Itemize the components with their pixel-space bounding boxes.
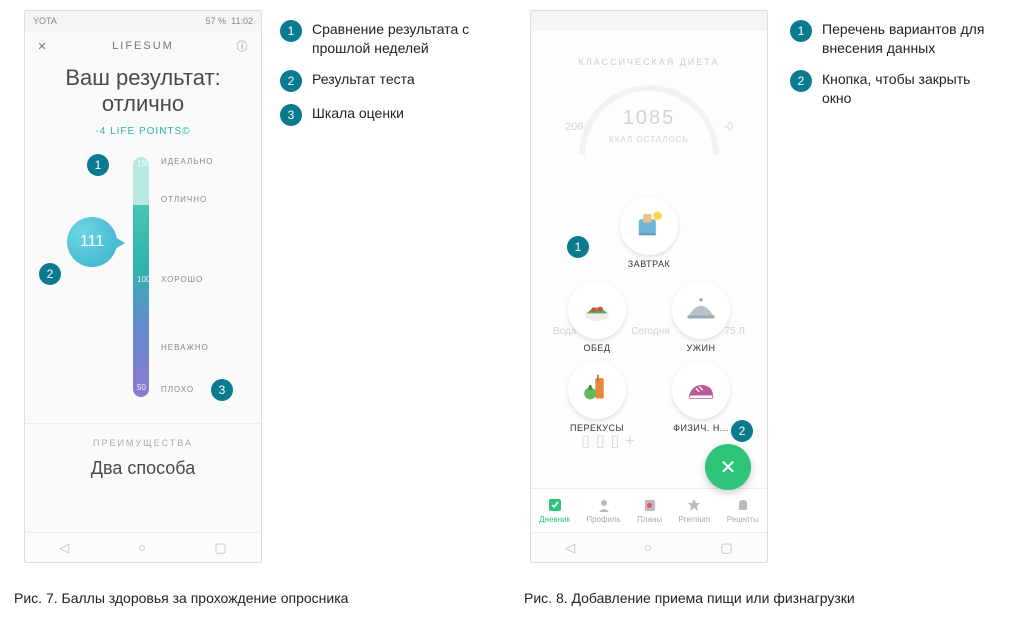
- legend-badge-2: 2: [790, 70, 812, 92]
- phone-screenshot-result: YOTA 57 % 11:02 ✕ LIFESUM ⓘ Ваш результа…: [24, 10, 262, 563]
- meal-lunch[interactable]: ОБЕД: [557, 281, 637, 353]
- legend-badge-3: 3: [280, 104, 302, 126]
- nav-recipes[interactable]: Рецепты: [727, 497, 759, 524]
- callout-3: 3: [211, 379, 233, 401]
- diary-icon: [547, 497, 563, 513]
- app-title: LIFESUM: [112, 40, 174, 52]
- caption-fig8: Рис. 8. Добавление приема пищи или физна…: [524, 590, 855, 606]
- toaster-icon: [620, 197, 678, 255]
- clock-label: 11:02: [231, 16, 253, 26]
- android-softkeys: ◁ ○ ▢: [531, 532, 767, 562]
- legend-text-2: Результат теста: [312, 70, 415, 92]
- recent-icon[interactable]: ▢: [214, 540, 226, 556]
- recent-icon[interactable]: ▢: [720, 540, 732, 556]
- nav-diary[interactable]: Дневник: [539, 497, 570, 524]
- callout-2: 2: [731, 420, 753, 442]
- meal-breakfast[interactable]: ЗАВТРАК: [549, 197, 749, 269]
- profile-icon: [596, 497, 612, 513]
- info-icon[interactable]: ⓘ: [235, 38, 251, 54]
- close-icon[interactable]: ✕: [35, 40, 51, 53]
- scale-label-great: ОТЛИЧНО: [161, 195, 207, 204]
- home-icon[interactable]: ○: [138, 540, 146, 555]
- scale-label-meh: НЕВАЖНО: [161, 343, 209, 352]
- app-header: ✕ LIFESUM ⓘ: [25, 31, 261, 61]
- nav-profile[interactable]: Профиль: [586, 497, 621, 524]
- legend-fig7: 1 Сравнение результата с прошлой неделей…: [280, 20, 477, 138]
- smoothie-icon: [568, 361, 626, 419]
- score-bubble: 111: [67, 217, 117, 267]
- scale-label-ideal: ИДЕАЛЬНО: [161, 157, 214, 166]
- back-icon[interactable]: ◁: [565, 540, 575, 556]
- callout-1: 1: [87, 154, 109, 176]
- legend-badge-2: 2: [280, 70, 302, 92]
- back-icon[interactable]: ◁: [59, 540, 69, 556]
- score-scale: 150 100 50 ИДЕАЛЬНО ОТЛИЧНО ХОРОШО НЕВАЖ…: [25, 157, 261, 407]
- star-icon: [686, 497, 702, 513]
- legend-badge-1: 1: [280, 20, 302, 42]
- meal-snack[interactable]: ПЕРЕКУСЫ: [557, 361, 637, 433]
- phone-screenshot-addmeal: КЛАССИЧЕСКАЯ ДИЕТА 206 1085 ККАЛ ОСТАЛОС…: [530, 10, 768, 563]
- advantages-label: ПРЕИМУЩЕСТВА: [25, 423, 261, 448]
- dim-diet-title: КЛАССИЧЕСКАЯ ДИЕТА: [531, 31, 767, 67]
- legend-text-2: Кнопка, чтобы закрыть окно: [822, 70, 987, 108]
- legend-fig8: 1 Перечень вариантов для внесения данных…: [790, 20, 987, 120]
- cloche-icon: [672, 281, 730, 339]
- caption-fig7: Рис. 7. Баллы здоровья за прохождение оп…: [14, 590, 348, 606]
- life-points: -4 LIFE POINTS©: [25, 126, 261, 137]
- meal-exercise[interactable]: ФИЗИЧ. Н...: [661, 361, 741, 433]
- salad-icon: [568, 281, 626, 339]
- scale-label-bad: ПЛОХО: [161, 385, 194, 394]
- scale-tick-150: 150: [137, 159, 150, 168]
- status-bar: [531, 11, 767, 31]
- water-cups: ▯▯▯+: [581, 431, 641, 451]
- scale-tick-50: 50: [137, 383, 146, 392]
- bottom-nav: Дневник Профиль Планы Premium Рецепты: [531, 488, 767, 532]
- legend-text-3: Шкала оценки: [312, 104, 404, 126]
- close-fab[interactable]: ✕: [705, 444, 751, 490]
- home-icon[interactable]: ○: [644, 540, 652, 555]
- scale-tick-100: 100: [137, 275, 150, 284]
- nav-premium[interactable]: Premium: [678, 497, 710, 524]
- android-softkeys: ◁ ○ ▢: [25, 532, 261, 562]
- calorie-ring: 206 1085 ККАЛ ОСТАЛОСЬ -0: [579, 85, 719, 185]
- close-icon: ✕: [720, 455, 737, 480]
- callout-2: 2: [39, 263, 61, 285]
- sneaker-icon: [672, 361, 730, 419]
- carrier-label: YOTA: [33, 16, 57, 26]
- meal-grid: ЗАВТРАК ОБЕД УЖИН ПЕРЕКУСЫ: [531, 197, 767, 433]
- two-ways-title: Два способа: [25, 458, 261, 479]
- meal-dinner[interactable]: УЖИН: [661, 281, 741, 353]
- chef-icon: [735, 497, 751, 513]
- callout-1: 1: [567, 236, 589, 258]
- legend-text-1: Сравнение результата с прошлой неделей: [312, 20, 477, 58]
- legend-badge-1: 1: [790, 20, 812, 42]
- nav-plans[interactable]: Планы: [637, 497, 662, 524]
- legend-text-1: Перечень вариантов для внесения данных: [822, 20, 987, 58]
- result-title: Ваш результат: отлично: [25, 65, 261, 118]
- scale-label-good: ХОРОШО: [161, 275, 203, 284]
- status-bar: YOTA 57 % 11:02: [25, 11, 261, 31]
- battery-label: 57 %: [206, 16, 227, 26]
